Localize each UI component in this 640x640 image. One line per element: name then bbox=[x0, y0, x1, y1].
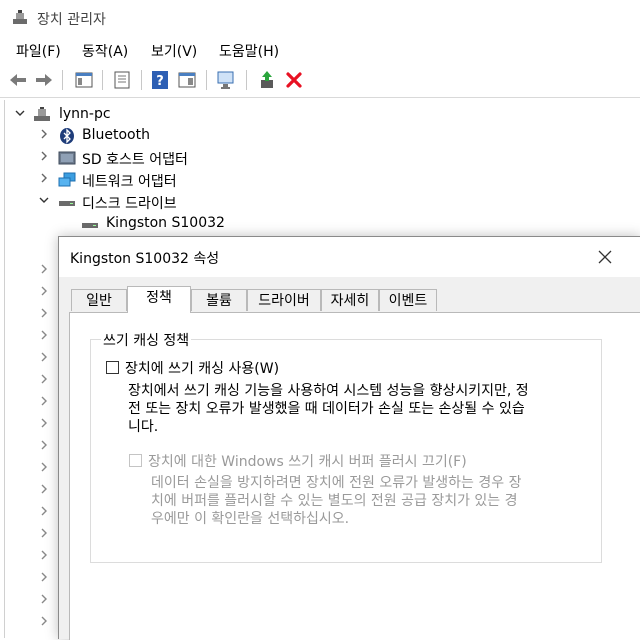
chevron-right-icon[interactable] bbox=[39, 440, 49, 450]
chevron-down-icon[interactable] bbox=[39, 195, 49, 205]
tree-item-label: 네트워크 어댑터 bbox=[82, 174, 177, 190]
document-icon[interactable] bbox=[112, 70, 132, 90]
chevron-right-icon[interactable] bbox=[39, 550, 49, 560]
write-caching-label[interactable]: 장치에 쓰기 캐싱 사용(W) bbox=[125, 358, 279, 378]
tree-item-label: 디스크 드라이브 bbox=[82, 196, 177, 212]
uninstall-x-icon[interactable] bbox=[284, 70, 304, 90]
menu-bar: 파일(F) 동작(A) 보기(V) 도움말(H) bbox=[0, 38, 640, 62]
tab-policy[interactable]: 정책 bbox=[127, 286, 191, 313]
groupbox-title: 쓰기 캐싱 정책 bbox=[101, 330, 192, 350]
chevron-right-icon[interactable] bbox=[39, 352, 49, 362]
toolbar-separator bbox=[246, 70, 247, 90]
chevron-right-icon[interactable] bbox=[39, 462, 49, 472]
toolbar-separator bbox=[206, 70, 207, 90]
tab-driver[interactable]: 드라이버 bbox=[247, 289, 321, 311]
tree-item-sd-host[interactable]: SD 호스트 어댑터 bbox=[11, 147, 251, 169]
menu-view[interactable]: 보기(V) bbox=[151, 41, 197, 61]
window-title: 장치 관리자 bbox=[37, 12, 106, 28]
tree-root[interactable]: lynn-pc bbox=[11, 104, 211, 126]
buffer-flush-description: 데이터 손실을 방지하려면 장치에 전원 오류가 발생하는 경우 장 치에 버퍼… bbox=[151, 475, 522, 527]
toolbar-separator bbox=[141, 70, 142, 90]
bluetooth-icon bbox=[60, 128, 74, 144]
svg-text:?: ? bbox=[156, 74, 164, 89]
chevron-right-icon[interactable] bbox=[39, 129, 49, 139]
tree-item-kingston[interactable]: Kingston S10032 bbox=[11, 213, 251, 235]
tree-item-bluetooth[interactable]: Bluetooth bbox=[11, 125, 231, 147]
help-icon[interactable]: ? bbox=[150, 70, 170, 90]
chevron-right-icon[interactable] bbox=[39, 572, 49, 582]
chevron-right-icon[interactable] bbox=[39, 173, 49, 183]
dialog-title: Kingston S10032 속성 bbox=[70, 251, 220, 267]
properties-dialog: Kingston S10032 속성 일반 정책 볼륨 드라이버 자세히 이벤트… bbox=[58, 236, 640, 640]
toolbar-separator bbox=[102, 70, 103, 90]
policy-tab-panel: 쓰기 캐싱 정책 장치에 쓰기 캐싱 사용(W) 장치에서 쓰기 캐싱 기능을 … bbox=[69, 312, 640, 640]
chevron-right-icon[interactable] bbox=[39, 594, 49, 604]
scan-hardware-icon[interactable] bbox=[216, 70, 236, 90]
disk-drive-icon bbox=[82, 223, 98, 228]
computer-icon bbox=[34, 107, 50, 121]
chevron-right-icon[interactable] bbox=[39, 374, 49, 384]
menu-help[interactable]: 도움말(H) bbox=[219, 41, 279, 61]
menu-file[interactable]: 파일(F) bbox=[16, 41, 61, 61]
back-arrow-icon[interactable] bbox=[8, 70, 28, 90]
chevron-right-icon[interactable] bbox=[39, 308, 49, 318]
properties-window-icon[interactable] bbox=[74, 70, 94, 90]
chevron-right-icon[interactable] bbox=[39, 418, 49, 428]
chevron-right-icon[interactable] bbox=[39, 528, 49, 538]
dialog-titlebar: Kingston S10032 속성 bbox=[59, 237, 640, 277]
update-driver-icon[interactable] bbox=[257, 70, 277, 90]
chevron-right-icon[interactable] bbox=[39, 396, 49, 406]
tree-item-disk-drives[interactable]: 디스크 드라이브 bbox=[11, 191, 251, 213]
chevron-right-icon[interactable] bbox=[39, 286, 49, 296]
tree-root-label: lynn-pc bbox=[59, 106, 111, 122]
tab-general[interactable]: 일반 bbox=[71, 289, 127, 311]
device-manager-icon bbox=[13, 10, 27, 24]
toolbar: ? bbox=[0, 66, 640, 94]
buffer-flush-label[interactable]: 장치에 대한 Windows 쓰기 캐시 버퍼 플러시 끄기(F) bbox=[148, 451, 467, 471]
chevron-right-icon[interactable] bbox=[39, 330, 49, 340]
window-titlebar: 장치 관리자 bbox=[0, 0, 640, 36]
chevron-right-icon[interactable] bbox=[39, 484, 49, 494]
toolbar-separator bbox=[62, 70, 63, 90]
buffer-flush-checkbox[interactable] bbox=[129, 454, 142, 467]
tab-events[interactable]: 이벤트 bbox=[379, 289, 437, 311]
disk-drive-icon bbox=[59, 201, 75, 206]
tree-item-network[interactable]: 네트워크 어댑터 bbox=[11, 169, 251, 191]
chevron-right-icon[interactable] bbox=[39, 616, 49, 626]
chevron-right-icon[interactable] bbox=[39, 506, 49, 516]
chevron-right-icon[interactable] bbox=[39, 264, 49, 274]
sd-host-adapter-icon bbox=[58, 151, 76, 165]
tree-item-label: SD 호스트 어댑터 bbox=[82, 152, 188, 168]
write-caching-checkbox[interactable] bbox=[106, 361, 119, 374]
tab-details[interactable]: 자세히 bbox=[321, 289, 379, 311]
chevron-down-icon[interactable] bbox=[15, 108, 25, 118]
forward-arrow-icon[interactable] bbox=[34, 70, 54, 90]
toolbar-border bbox=[0, 97, 640, 98]
write-caching-description: 장치에서 쓰기 캐싱 기능을 사용하여 시스템 성능을 향상시키지만, 정 전 … bbox=[128, 383, 529, 435]
close-icon[interactable] bbox=[595, 247, 615, 267]
tab-volume[interactable]: 볼륨 bbox=[191, 289, 247, 311]
view-window-icon[interactable] bbox=[177, 70, 197, 90]
menu-action[interactable]: 동작(A) bbox=[82, 41, 128, 61]
write-caching-groupbox: 쓰기 캐싱 정책 장치에 쓰기 캐싱 사용(W) 장치에서 쓰기 캐싱 기능을 … bbox=[90, 330, 602, 563]
chevron-right-icon[interactable] bbox=[39, 151, 49, 161]
tree-item-label: Kingston S10032 bbox=[106, 215, 225, 231]
network-adapter-icon bbox=[58, 172, 76, 187]
tree-item-label: Bluetooth bbox=[82, 127, 150, 143]
